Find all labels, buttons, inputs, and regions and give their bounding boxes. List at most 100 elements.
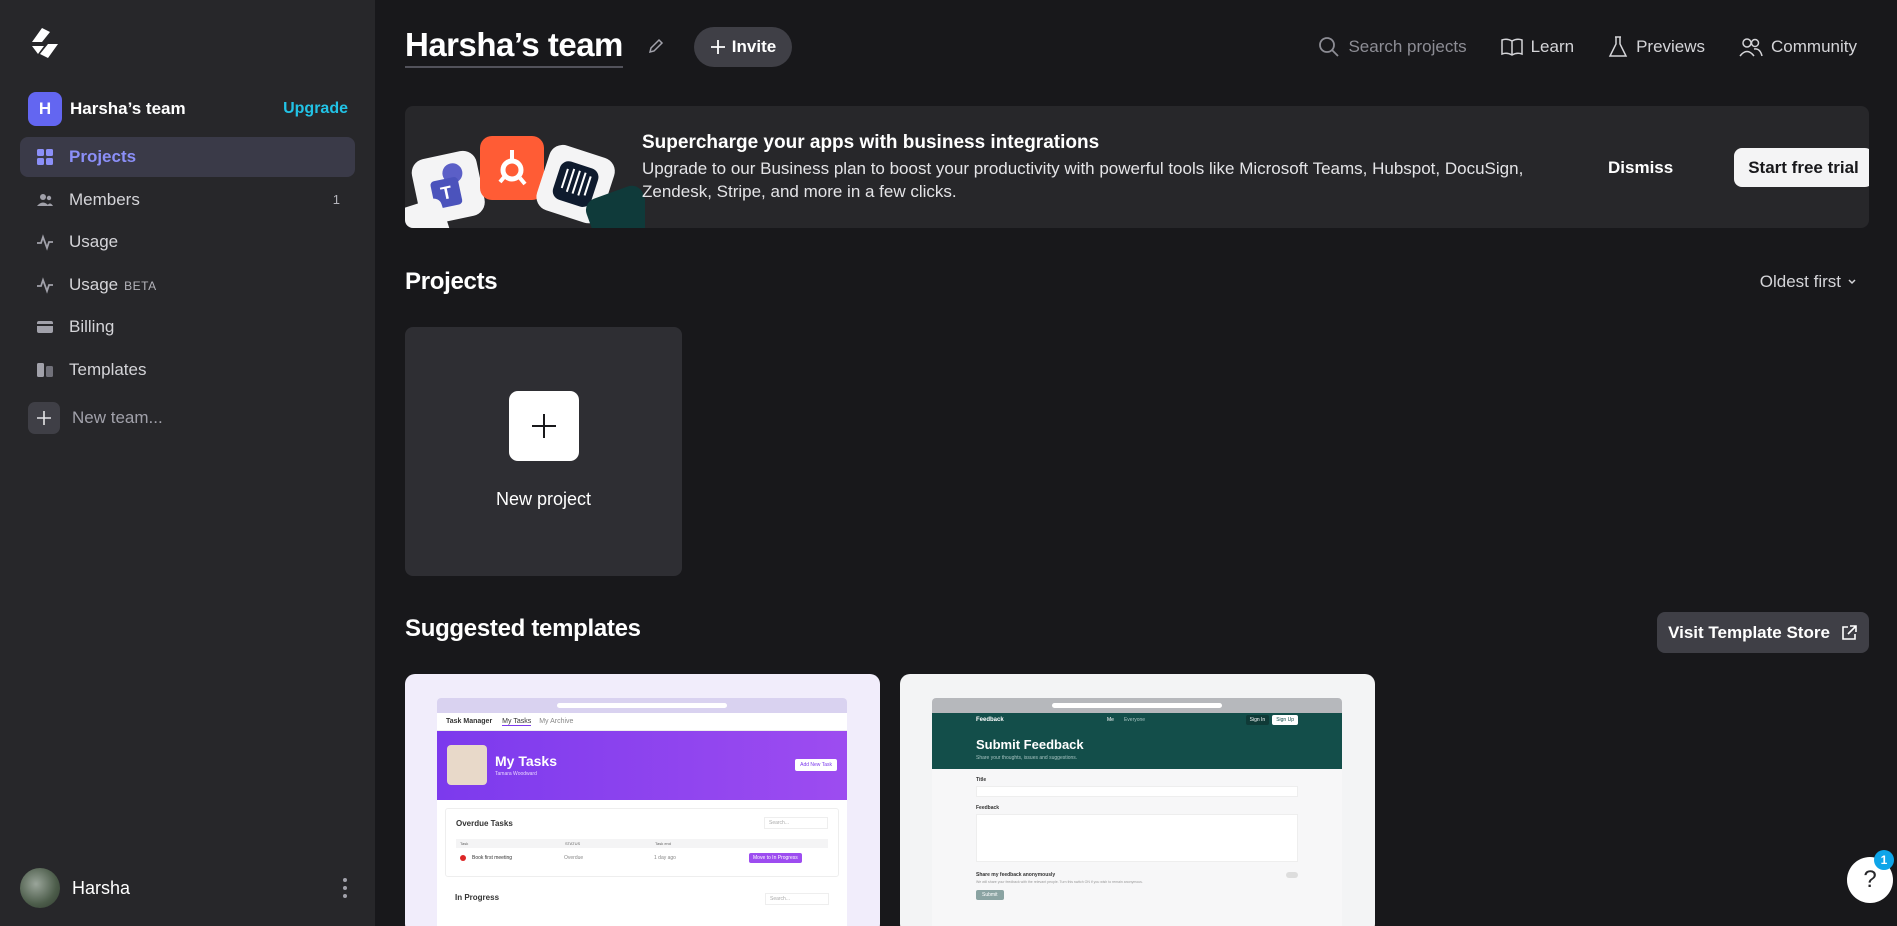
app-logo-icon[interactable]: [28, 26, 62, 60]
members-count: 1: [332, 192, 340, 207]
sort-label: Oldest first: [1759, 272, 1841, 291]
integrations-banner: T Supercharge your apps with business in…: [405, 106, 1869, 228]
usage-beta-label: Usage: [69, 274, 119, 294]
sidebar-item-members[interactable]: Members 1: [20, 180, 355, 220]
chevron-down-icon: [1848, 279, 1856, 285]
template-preview: Feedback Me Everyone Sign In Sign Up Sub…: [932, 698, 1342, 926]
preview-tab: My Archive: [539, 718, 574, 725]
banner-title: Supercharge your apps with business inte…: [642, 132, 1100, 153]
search-icon: [1319, 37, 1340, 57]
pencil-icon[interactable]: [647, 37, 665, 60]
team-switcher[interactable]: H Harsha’s team Upgrade: [28, 92, 348, 126]
preview-sign-in: Sign In: [1245, 715, 1270, 725]
templates-icon: [35, 360, 55, 380]
preview-app-title: Feedback: [976, 717, 1004, 723]
preview-search: Search...: [765, 893, 829, 905]
previews-label: Previews: [1636, 37, 1706, 56]
beta-badge: BETA: [124, 278, 157, 293]
notification-badge: 1: [1874, 850, 1894, 870]
projects-heading: Projects: [405, 268, 498, 295]
sidebar-item-label: Members: [69, 189, 140, 209]
user-menu[interactable]: Harsha: [20, 868, 355, 908]
page-title[interactable]: Harsha’s team: [405, 26, 623, 68]
search-placeholder: Search projects: [1348, 37, 1467, 56]
preview-column: Task end: [655, 841, 672, 846]
learn-label: Learn: [1530, 37, 1575, 56]
new-project-card[interactable]: New project: [405, 327, 682, 576]
plus-icon: [710, 40, 725, 54]
preview-nav: Me: [1107, 717, 1114, 723]
preview-hero-title: Submit Feedback: [976, 737, 1084, 752]
banner-description: Upgrade to our Business plan to boost yo…: [642, 159, 1524, 201]
more-options-icon[interactable]: [335, 876, 355, 900]
sidebar-item-templates[interactable]: Templates: [20, 350, 355, 390]
main-content: Harsha’s team Invite Search projects Lea…: [375, 0, 1897, 926]
start-free-trial-button[interactable]: Start free trial: [1734, 148, 1869, 187]
preview-section-title: Overdue Tasks: [456, 818, 513, 828]
preview-field-label: Feedback: [976, 805, 1000, 811]
preview-anon-help: We will share your feedback with the rel…: [976, 880, 1143, 884]
activity-icon: [35, 275, 55, 295]
sidebar-item-usage[interactable]: Usage: [20, 222, 355, 262]
external-link-icon: [1842, 624, 1857, 640]
sidebar-nav: Projects Members 1 Usage Usage BETA Bill…: [20, 137, 355, 392]
learn-link[interactable]: Learn: [1500, 37, 1575, 57]
sidebar-item-projects[interactable]: Projects: [20, 137, 355, 177]
preview-sign-up: Sign Up: [1272, 715, 1298, 725]
book-icon: [1500, 38, 1523, 56]
team-avatar: H: [28, 92, 62, 126]
preview-submit: Submit: [976, 890, 1004, 900]
new-project-label: New project: [495, 489, 592, 509]
preview-hero-title: My Tasks: [495, 753, 557, 769]
sidebar-item-label: Usage BETA: [69, 275, 340, 295]
sidebar-item-label: Projects: [69, 147, 137, 166]
sidebar-item-billing[interactable]: Billing: [20, 307, 355, 347]
new-team-label: New team...: [72, 408, 163, 427]
sidebar-item-label: Usage: [69, 232, 119, 251]
suggested-templates-heading: Suggested templates: [405, 615, 641, 642]
search-projects-button[interactable]: Search projects: [1318, 36, 1467, 58]
preview-hero-sub: Share your thoughts, issues and suggesti…: [976, 755, 1078, 761]
visit-template-store-label: Visit Template Store: [1668, 622, 1830, 642]
community-label: Community: [1771, 37, 1857, 56]
preview-cell: Overdue: [564, 855, 584, 861]
users-icon: [35, 190, 55, 210]
grid-icon: [35, 147, 55, 167]
sidebar-item-label: Templates: [69, 359, 147, 379]
team-name: Harsha’s team: [70, 99, 186, 118]
preview-cell: Book first meeting: [472, 855, 513, 861]
avatar: [20, 868, 60, 908]
upgrade-link[interactable]: Upgrade: [283, 100, 348, 118]
integrations-illustration: T: [405, 136, 645, 228]
preview-cell: 1 day ago: [654, 855, 676, 861]
previews-link[interactable]: Previews: [1608, 36, 1705, 58]
flask-icon: [1608, 36, 1628, 57]
dismiss-button[interactable]: Dismiss: [1608, 158, 1673, 178]
invite-label: Invite: [731, 37, 777, 56]
template-preview: Task Manager My Tasks My Archive My Task…: [437, 698, 847, 926]
activity-icon: [35, 232, 55, 252]
sidebar-item-usage-beta[interactable]: Usage BETA: [20, 265, 355, 305]
preview-app-title: Task Manager: [446, 718, 493, 725]
invite-button[interactable]: Invite: [694, 27, 792, 67]
preview-search: Search...: [764, 817, 828, 829]
community-link[interactable]: Community: [1739, 37, 1857, 57]
preview-column: STATUS: [565, 841, 581, 846]
sidebar-item-label: Billing: [69, 317, 115, 336]
top-nav: Search projects Learn Previews Community: [1318, 36, 1857, 58]
preview-field-label: Title: [976, 777, 987, 783]
visit-template-store-button[interactable]: Visit Template Store: [1657, 612, 1869, 653]
sort-dropdown[interactable]: Oldest first: [1760, 272, 1857, 292]
sidebar: H Harsha’s team Upgrade Projects Members…: [0, 0, 375, 926]
new-team-button[interactable]: New team...: [28, 402, 163, 434]
plus-icon: [509, 391, 579, 461]
preview-column: Task: [460, 841, 469, 846]
preview-hero-sub: Tamara Woodward: [495, 771, 537, 777]
preview-cell: Move to In Progress: [749, 853, 802, 863]
template-card-feedback[interactable]: Feedback Me Everyone Sign In Sign Up Sub…: [900, 674, 1375, 926]
avatar: [447, 745, 487, 785]
template-card-task-manager[interactable]: Task Manager My Tasks My Archive My Task…: [405, 674, 880, 926]
preview-hero-button: Add New Task: [795, 759, 837, 771]
preview-nav: Everyone: [1123, 717, 1146, 723]
preview-section-title: In Progress: [455, 893, 500, 902]
